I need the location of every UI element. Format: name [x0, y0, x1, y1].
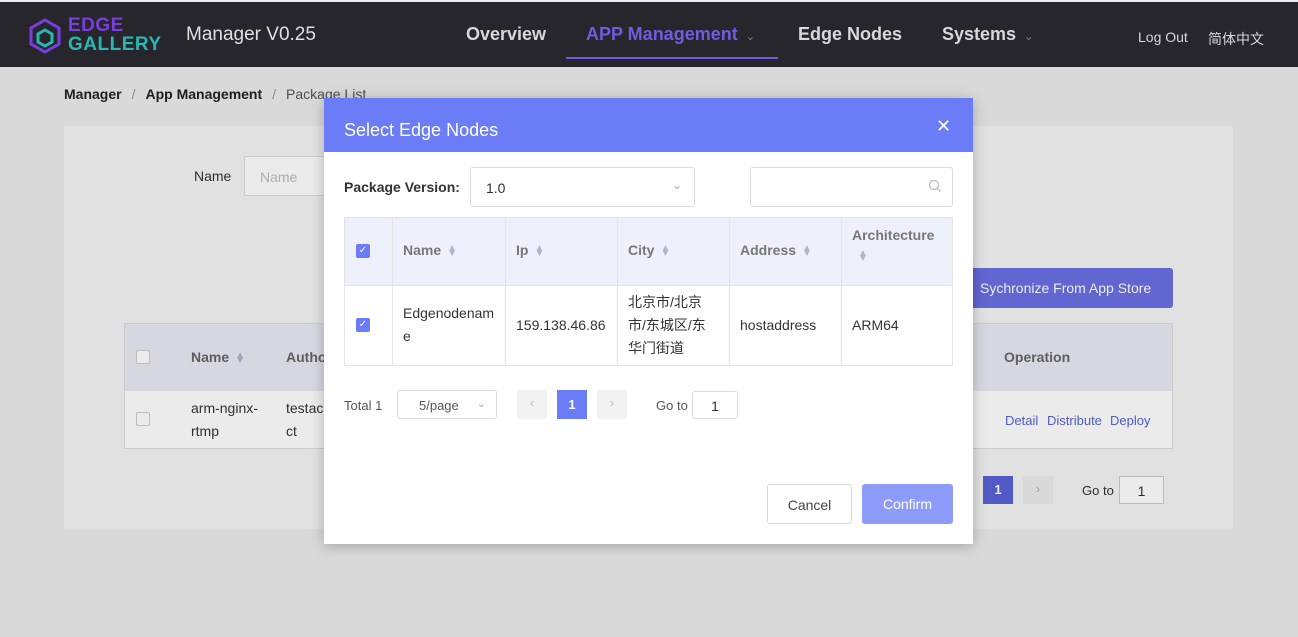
chevron-down-icon: ⌄	[671, 178, 682, 192]
node-address-cell: hostaddress	[740, 317, 817, 333]
package-version-select[interactable]: 1.0 ⌄	[470, 167, 695, 207]
sort-icon[interactable]: ▲ ▼	[802, 244, 812, 259]
node-ip-cell: 159.138.46.86	[516, 317, 606, 333]
sort-icon[interactable]: ▲ ▼	[858, 249, 868, 264]
node-architecture-cell: ARM64	[852, 317, 899, 333]
app-title: Manager V0.25	[186, 24, 316, 45]
dialog-header: Select Edge Nodes ✕	[324, 98, 973, 152]
logout-link[interactable]: Log Out	[1138, 29, 1188, 45]
nav-overview[interactable]: Overview	[466, 24, 546, 45]
page-1-button[interactable]: 1	[557, 390, 587, 419]
chevron-down-icon: ⌄	[1024, 31, 1034, 43]
nav-app-management[interactable]: APP Management ⌄	[586, 24, 755, 45]
col-city[interactable]: City ▲ ▼	[628, 242, 670, 259]
sort-icon[interactable]: ▲ ▼	[447, 244, 457, 259]
logo-text-gallery: GALLERY	[68, 34, 162, 55]
logo-text-edge: EDGE	[68, 15, 124, 36]
nav-active-underline	[566, 57, 778, 59]
goto-label: Go to	[656, 398, 688, 413]
prev-page-button[interactable]: ‹	[517, 390, 547, 419]
language-switch[interactable]: 简体中文	[1208, 29, 1264, 49]
close-icon[interactable]: ✕	[936, 116, 951, 137]
node-city-cell: 北京市/北京市/东城区/东华门街道	[628, 294, 706, 356]
search-input[interactable]	[750, 167, 953, 207]
cube-logo-icon	[29, 18, 61, 54]
node-name-cell: Edgenodename	[403, 305, 495, 344]
total-count: Total 1	[344, 398, 383, 413]
logo[interactable]: EDGE GALLERY	[28, 16, 161, 56]
edge-nodes-table: ✓ Name ▲ ▼ Ip ▲ ▼ City ▲ ▼ Address ▲ ▼ Architect…	[344, 217, 953, 366]
chevron-down-icon: ⌄	[476, 398, 486, 410]
package-version-label: Package Version:	[344, 179, 460, 195]
dialog-title: Select Edge Nodes	[344, 120, 499, 140]
search-icon	[928, 179, 941, 192]
next-page-button[interactable]: ›	[597, 390, 627, 419]
page-size-select[interactable]: 5/page ⌄	[397, 390, 497, 419]
select-all-checkbox[interactable]: ✓	[356, 244, 370, 258]
sort-icon[interactable]: ▲ ▼	[660, 244, 670, 259]
cancel-button[interactable]: Cancel	[767, 484, 852, 524]
col-name[interactable]: Name ▲ ▼	[403, 242, 457, 259]
col-address[interactable]: Address ▲ ▼	[740, 242, 812, 259]
confirm-button[interactable]: Confirm	[862, 484, 953, 524]
nav-systems[interactable]: Systems ⌄	[942, 24, 1033, 45]
nav-edge-nodes[interactable]: Edge Nodes	[798, 24, 902, 45]
col-architecture[interactable]: Architecture ▲ ▼	[852, 227, 934, 264]
select-edge-nodes-dialog: Select Edge Nodes ✕ Package Version: 1.0…	[324, 98, 973, 544]
col-ip[interactable]: Ip ▲ ▼	[516, 242, 544, 259]
package-version-value: 1.0	[486, 180, 506, 196]
sort-icon[interactable]: ▲ ▼	[534, 244, 544, 259]
chevron-down-icon: ⌄	[745, 31, 755, 43]
goto-page-input[interactable]: 1	[692, 391, 738, 419]
top-navbar: EDGE GALLERY Manager V0.25 Overview APP …	[0, 2, 1298, 67]
chevron-left-icon: ‹	[530, 396, 534, 410]
chevron-right-icon: ›	[610, 396, 614, 410]
row-checkbox[interactable]: ✓	[356, 318, 370, 332]
